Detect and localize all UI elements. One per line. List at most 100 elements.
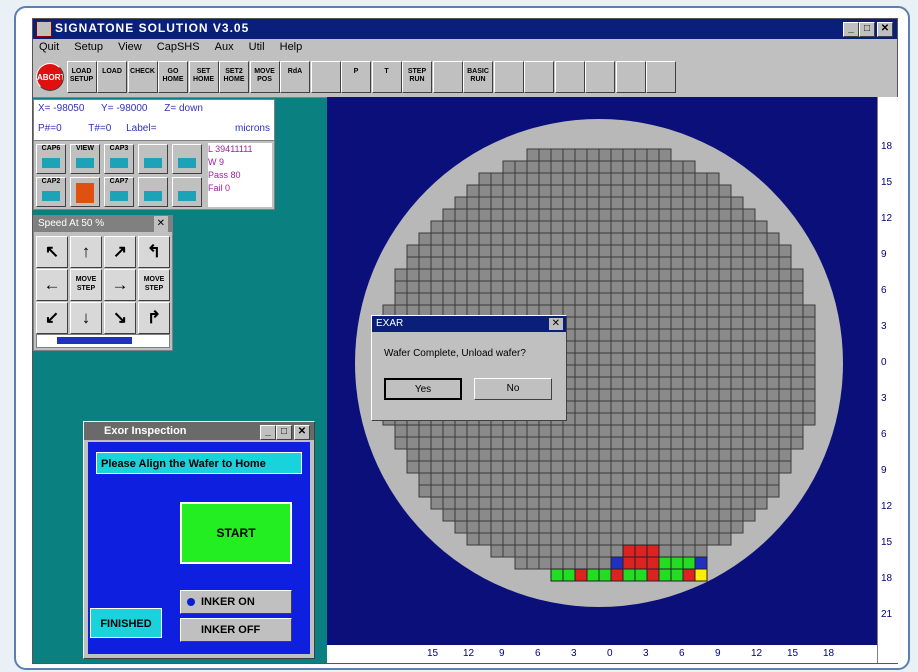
wafer-die[interactable] — [682, 496, 696, 510]
wafer-die[interactable] — [766, 400, 780, 414]
wafer-die[interactable] — [730, 484, 744, 498]
tested-die[interactable] — [646, 568, 660, 582]
wafer-die[interactable] — [622, 448, 636, 462]
wafer-die[interactable] — [418, 424, 432, 438]
wafer-die[interactable] — [622, 280, 636, 294]
wafer-die[interactable] — [682, 196, 696, 210]
cam-button-2[interactable]: VIEW — [70, 144, 100, 174]
blank-button-2[interactable] — [615, 61, 646, 93]
wafer-die[interactable] — [574, 364, 588, 378]
wafer-die[interactable] — [586, 148, 600, 162]
wafer-die[interactable] — [658, 292, 672, 306]
wafer-die[interactable] — [610, 304, 624, 318]
wafer-die[interactable] — [586, 328, 600, 342]
cam-button-3[interactable]: CAP3 — [104, 144, 134, 174]
wafer-die[interactable] — [526, 256, 540, 270]
wafer-die[interactable] — [598, 148, 612, 162]
wafer-die[interactable] — [526, 220, 540, 234]
wafer-die[interactable] — [802, 352, 816, 366]
wafer-die[interactable] — [766, 340, 780, 354]
wafer-die[interactable] — [646, 424, 660, 438]
wafer-die[interactable] — [514, 292, 528, 306]
wafer-die[interactable] — [658, 328, 672, 342]
wafer-die[interactable] — [502, 184, 516, 198]
wafer-die[interactable] — [454, 268, 468, 282]
wafer-die[interactable] — [502, 220, 516, 234]
wafer-die[interactable] — [574, 352, 588, 366]
wafer-die[interactable] — [634, 448, 648, 462]
wafer-die[interactable] — [562, 280, 576, 294]
exor-minimize-button[interactable]: _ — [260, 425, 276, 440]
wafer-die[interactable] — [718, 244, 732, 258]
wafer-die[interactable] — [490, 292, 504, 306]
wafer-die[interactable] — [586, 460, 600, 474]
wafer-die[interactable] — [622, 412, 636, 426]
wafer-die[interactable] — [490, 244, 504, 258]
jog-button-7[interactable]: → — [104, 269, 136, 301]
wafer-die[interactable] — [538, 436, 552, 450]
wafer-die[interactable] — [718, 472, 732, 486]
wafer-die[interactable] — [550, 184, 564, 198]
wafer-die[interactable] — [622, 508, 636, 522]
wafer-die[interactable] — [490, 508, 504, 522]
wafer-die[interactable] — [430, 244, 444, 258]
wafer-die[interactable] — [394, 436, 408, 450]
globe-button[interactable] — [493, 61, 524, 93]
wafer-die[interactable] — [802, 376, 816, 390]
wafer-die[interactable] — [670, 184, 684, 198]
wafer-die[interactable] — [682, 400, 696, 414]
wafer-die[interactable] — [718, 352, 732, 366]
yes-button[interactable]: Yes — [384, 378, 462, 400]
wafer-die[interactable] — [730, 280, 744, 294]
wafer-die[interactable] — [754, 340, 768, 354]
wafer-die[interactable] — [466, 208, 480, 222]
wafer-die[interactable] — [490, 436, 504, 450]
wafer-die[interactable] — [418, 484, 432, 498]
wafer-die[interactable] — [802, 304, 816, 318]
wafer-die[interactable] — [598, 424, 612, 438]
wafer-die[interactable] — [634, 400, 648, 414]
wafer-die[interactable] — [466, 220, 480, 234]
wafer-die[interactable] — [634, 496, 648, 510]
wafer-die[interactable] — [586, 556, 600, 570]
wafer-die[interactable] — [490, 424, 504, 438]
wafer-die[interactable] — [670, 460, 684, 474]
wafer-die[interactable] — [766, 424, 780, 438]
wafer-die[interactable] — [670, 160, 684, 174]
wafer-die[interactable] — [694, 484, 708, 498]
wafer-die[interactable] — [730, 268, 744, 282]
wafer-die[interactable] — [502, 280, 516, 294]
wafer-die[interactable] — [706, 520, 720, 534]
wafer-die[interactable] — [694, 472, 708, 486]
wafer-die[interactable] — [430, 472, 444, 486]
wafer-die[interactable] — [514, 472, 528, 486]
wafer-die[interactable] — [670, 448, 684, 462]
wafer-die[interactable] — [658, 160, 672, 174]
wafer-die[interactable] — [790, 376, 804, 390]
wafer-die[interactable] — [562, 556, 576, 570]
wafer-die[interactable] — [598, 268, 612, 282]
wafer-die[interactable] — [562, 472, 576, 486]
load-setup-button[interactable]: LOAD SETUP — [66, 61, 97, 93]
wafer-die[interactable] — [646, 232, 660, 246]
wafer-die[interactable] — [502, 208, 516, 222]
wafer-die[interactable] — [646, 472, 660, 486]
wafer-die[interactable] — [730, 424, 744, 438]
wafer-die[interactable] — [634, 388, 648, 402]
wafer-die[interactable] — [790, 412, 804, 426]
wafer-die[interactable] — [682, 316, 696, 330]
wafer-die[interactable] — [526, 544, 540, 558]
wafer-die[interactable] — [670, 280, 684, 294]
wafer-die[interactable] — [454, 484, 468, 498]
wafer-die[interactable] — [778, 256, 792, 270]
wafer-die[interactable] — [646, 244, 660, 258]
speed-slider[interactable] — [36, 334, 170, 348]
wafer-die[interactable] — [754, 268, 768, 282]
dialog-close-button[interactable]: ✕ — [548, 318, 563, 330]
wafer-die[interactable] — [394, 280, 408, 294]
wafer-die[interactable] — [574, 376, 588, 390]
wafer-die[interactable] — [586, 220, 600, 234]
wafer-die[interactable] — [706, 196, 720, 210]
wafer-die[interactable] — [550, 232, 564, 246]
wafer-die[interactable] — [490, 268, 504, 282]
